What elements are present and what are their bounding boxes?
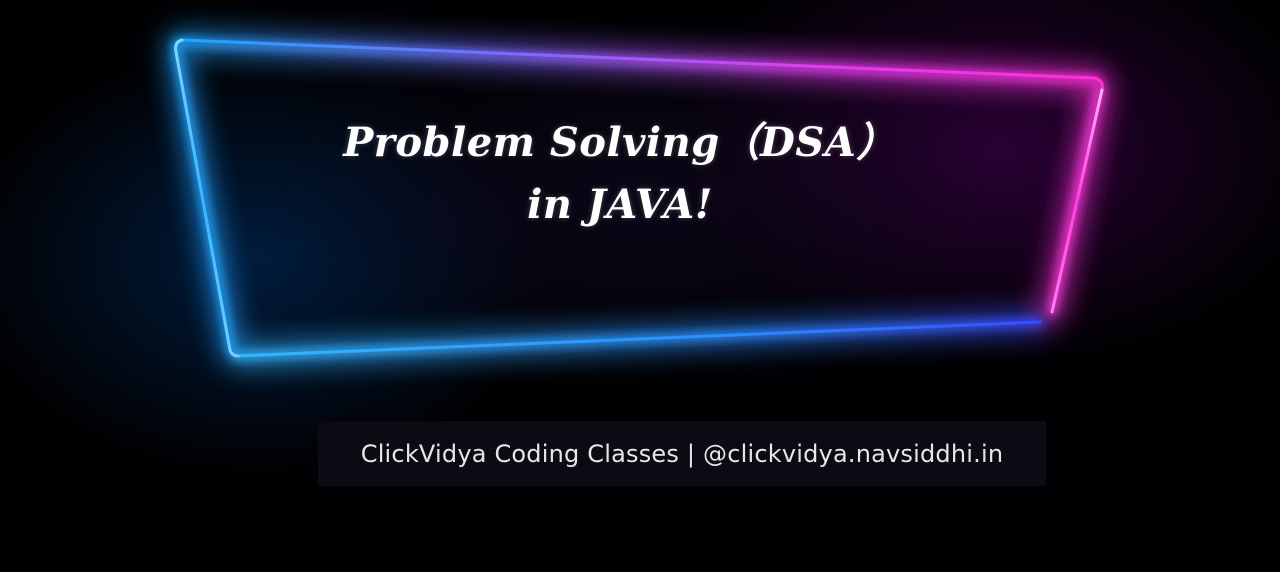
- footer-credit-text: ClickVidya Coding Classes | @clickvidya.…: [360, 439, 1004, 468]
- footer-bar: ClickVidya Coding Classes | @clickvidya.…: [318, 421, 1046, 486]
- neon-frame: [167, 33, 1109, 365]
- headline-line-1: Problem Solving（DSA）: [343, 119, 897, 166]
- headline: Problem Solving（DSA） in JAVA!: [0, 112, 1240, 236]
- banner: Problem Solving（DSA） in JAVA! ClickVidya…: [0, 0, 1280, 572]
- headline-line-2: in JAVA!: [527, 181, 713, 228]
